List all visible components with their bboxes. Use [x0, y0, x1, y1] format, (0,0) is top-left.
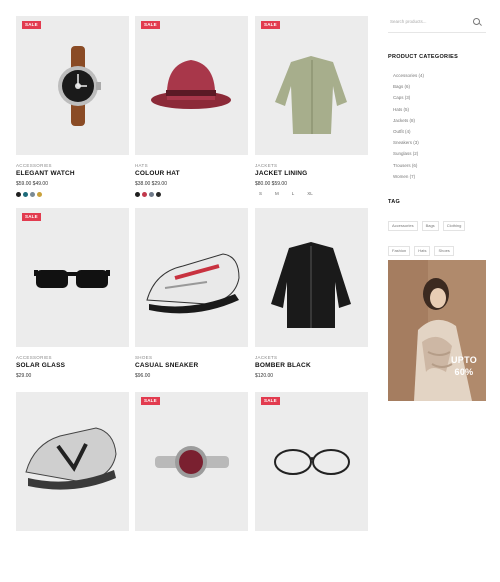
- color-swatch[interactable]: [142, 192, 147, 197]
- tag-link[interactable]: Hats: [414, 246, 431, 256]
- product-image[interactable]: [255, 208, 368, 347]
- model-photo: [388, 260, 486, 401]
- category-link[interactable]: Sneakers (3): [393, 137, 424, 148]
- category-link[interactable]: Bags (6): [393, 81, 424, 92]
- product-card[interactable]: SALE: [255, 392, 368, 582]
- product-image[interactable]: [135, 208, 248, 347]
- sneaker-icon: [146, 253, 240, 314]
- color-swatch[interactable]: [23, 192, 28, 197]
- sale-badge: SALE: [141, 21, 160, 29]
- product-price: $120.00: [255, 373, 274, 379]
- product-card[interactable]: SALE JACKETS JACKET LINING $80.00 $59.00 S M L…: [255, 16, 368, 206]
- promo-line2: 60%: [454, 367, 474, 377]
- color-swatch[interactable]: [37, 192, 42, 197]
- tags-title: TAG: [388, 199, 401, 205]
- product-category: HATS: [135, 163, 148, 168]
- product-card[interactable]: SALE: [135, 392, 248, 582]
- tag-link[interactable]: Shoes: [434, 246, 454, 256]
- product-image[interactable]: [16, 392, 129, 531]
- product-category: JACKETS: [255, 163, 278, 168]
- product-price: $96.00: [135, 373, 151, 379]
- bomber-jacket-icon: [271, 242, 351, 328]
- product-image[interactable]: SALE: [16, 208, 129, 347]
- product-price: $29.00: [16, 373, 32, 379]
- category-list: Accessories (4) Bags (6) Caps (3) Hats (5) J…: [393, 70, 424, 182]
- product-price: $59.00 $49.00: [16, 181, 48, 187]
- sale-badge: SALE: [141, 397, 160, 405]
- product-category: SHOES: [135, 355, 153, 360]
- product-name[interactable]: COLOUR HAT: [135, 170, 180, 177]
- product-card[interactable]: JACKETS BOMBER BLACK $120.00: [255, 208, 368, 398]
- product-image[interactable]: SALE: [255, 392, 368, 531]
- tag-link[interactable]: Bags: [421, 221, 439, 231]
- product-name[interactable]: CASUAL SNEAKER: [135, 362, 198, 369]
- promo-text: UPTO 60%: [449, 354, 479, 378]
- tag-list: Accessories Bags Clothing Fashion Hats Shoes: [388, 214, 488, 264]
- search-box[interactable]: Search products...: [388, 12, 486, 33]
- product-image[interactable]: SALE: [255, 16, 368, 155]
- tag-link[interactable]: Fashion: [388, 246, 411, 256]
- color-swatch[interactable]: [30, 192, 35, 197]
- wristwatch-icon: [155, 446, 229, 478]
- running-shoe-icon: [25, 427, 117, 490]
- category-link[interactable]: Hats (5): [393, 104, 424, 115]
- sale-badge: SALE: [22, 21, 41, 29]
- size-option[interactable]: XL: [307, 191, 313, 196]
- product-price: $80.00 $59.00: [255, 181, 287, 187]
- size-options: S M L XL: [259, 191, 313, 196]
- size-option[interactable]: S: [259, 191, 262, 196]
- product-name[interactable]: SOLAR GLASS: [16, 362, 65, 369]
- color-swatch[interactable]: [135, 192, 140, 197]
- product-category: JACKETS: [255, 355, 278, 360]
- size-option[interactable]: L: [292, 191, 295, 196]
- product-category: ACCESSORIES: [16, 355, 52, 360]
- sale-badge: SALE: [261, 21, 280, 29]
- product-image[interactable]: SALE: [135, 16, 248, 155]
- promo-line1: UPTO: [450, 355, 478, 365]
- category-link[interactable]: Sunglass (2): [393, 148, 424, 159]
- category-link[interactable]: Accessories (4): [393, 70, 424, 81]
- color-swatch[interactable]: [16, 192, 21, 197]
- eyeglasses-icon: [274, 449, 350, 475]
- product-card[interactable]: SALE HATS COLOUR HAT $38.00 $29.00: [135, 16, 248, 206]
- sale-badge: SALE: [22, 213, 41, 221]
- product-name[interactable]: JACKET LINING: [255, 170, 307, 177]
- color-swatches: [16, 192, 42, 198]
- product-category: ACCESSORIES: [16, 163, 52, 168]
- category-link[interactable]: Caps (3): [393, 92, 424, 103]
- product-price: $38.00 $29.00: [135, 181, 167, 187]
- search-input[interactable]: Search products...: [390, 19, 427, 24]
- product-card[interactable]: [16, 392, 129, 582]
- categories-title: PRODUCT CATEGORIES: [388, 54, 459, 60]
- product-image[interactable]: SALE: [16, 16, 129, 155]
- tag-link[interactable]: Accessories: [388, 221, 418, 231]
- size-option[interactable]: M: [275, 191, 279, 196]
- promo-banner[interactable]: UPTO 60%: [388, 260, 486, 401]
- sunglasses-icon: [34, 270, 110, 288]
- product-card[interactable]: SALE ACCESSORIES ELEGANT WATCH $59.00 $49.0…: [16, 16, 129, 206]
- product-name[interactable]: ELEGANT WATCH: [16, 170, 75, 177]
- sale-badge: SALE: [261, 397, 280, 405]
- category-link[interactable]: Outfit (4): [393, 126, 424, 137]
- category-link[interactable]: Jackets (8): [393, 115, 424, 126]
- tag-link[interactable]: Clothing: [442, 221, 466, 231]
- product-name[interactable]: BOMBER BLACK: [255, 362, 311, 369]
- product-image[interactable]: SALE: [135, 392, 248, 531]
- color-swatch[interactable]: [149, 192, 154, 197]
- watch-icon: [58, 46, 101, 126]
- search-icon[interactable]: [473, 18, 480, 25]
- category-link[interactable]: Trousers (6): [393, 160, 424, 171]
- jacket-icon: [275, 56, 347, 134]
- color-swatch[interactable]: [156, 192, 161, 197]
- category-link[interactable]: Women (7): [393, 171, 424, 182]
- product-card[interactable]: SHOES CASUAL SNEAKER $96.00: [135, 208, 248, 398]
- product-card[interactable]: SALE ACCESSORIES SOLAR GLASS $29.00: [16, 208, 129, 398]
- hat-icon: [151, 60, 231, 109]
- color-swatches: [135, 192, 161, 198]
